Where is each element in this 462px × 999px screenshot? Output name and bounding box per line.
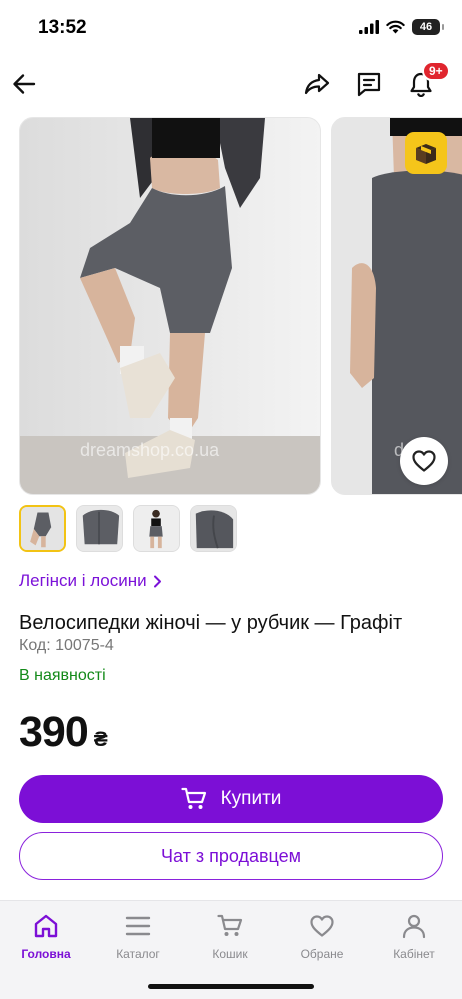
thumbnail-1[interactable] — [19, 505, 66, 552]
tab-home-label: Головна — [21, 947, 71, 961]
product-gallery[interactable]: dreamshop.co.ua dr — [0, 117, 462, 497]
status-bar: 13:52 46 — [0, 0, 462, 58]
notifications-badge: 9+ — [422, 61, 450, 81]
favorite-button[interactable] — [400, 437, 448, 485]
back-button[interactable] — [4, 64, 44, 104]
thumbnail-2-image — [77, 506, 122, 551]
signal-icon — [359, 20, 379, 34]
notifications-button[interactable]: 9+ — [401, 61, 450, 104]
wifi-icon — [386, 20, 405, 34]
heart-icon — [412, 450, 436, 472]
chat-with-seller-button[interactable]: Чат з продавцем — [19, 832, 443, 880]
battery-level: 46 — [419, 21, 433, 33]
chevron-right-icon — [153, 575, 161, 587]
share-button[interactable] — [297, 64, 337, 104]
product-photo-second[interactable]: dr — [331, 117, 462, 495]
category-link-label: Легінси і лосини — [19, 571, 147, 590]
heart-icon — [310, 915, 334, 937]
share-icon — [304, 73, 330, 95]
tab-cart[interactable]: Кошик — [190, 911, 270, 961]
cart-icon — [180, 787, 206, 809]
product-code: Код: 10075-4 — [19, 637, 114, 654]
product-photo-illustration: dreamshop.co.ua — [20, 118, 320, 494]
messages-button[interactable] — [349, 64, 389, 104]
home-icon — [34, 914, 58, 938]
watermark: dreamshop.co.ua — [80, 440, 220, 460]
thumbnail-2[interactable] — [76, 505, 123, 552]
menu-icon — [125, 916, 151, 936]
status-icons: 46 — [359, 19, 444, 35]
tab-account[interactable]: Кабінет — [374, 911, 454, 961]
message-icon — [357, 72, 381, 97]
buy-button[interactable]: Купити — [19, 775, 443, 823]
buy-button-label: Купити — [220, 788, 282, 809]
tab-favorites[interactable]: Обране — [282, 911, 362, 961]
price-value: 390 — [19, 708, 89, 756]
tab-catalog-label: Каталог — [116, 947, 160, 961]
product-title: Велосипедки жіночі — у рубчик — Графіт — [19, 612, 403, 634]
thumbnail-3-image — [134, 506, 179, 551]
tab-favorites-label: Обране — [300, 947, 344, 961]
top-nav: 9+ — [0, 58, 462, 110]
tab-account-label: Кабінет — [393, 947, 435, 961]
price-currency: ₴ — [93, 728, 108, 751]
gift-badge — [405, 132, 447, 174]
product-price: 390 ₴ — [19, 708, 108, 757]
thumbnail-3[interactable] — [133, 505, 180, 552]
arrow-left-icon — [13, 74, 36, 94]
thumbnail-strip — [19, 505, 237, 552]
home-indicator — [148, 984, 314, 989]
category-link[interactable]: Легінси і лосини — [19, 571, 162, 591]
chat-button-label: Чат з продавцем — [160, 845, 302, 866]
product-photo-second-illustration: dr — [332, 118, 462, 494]
status-time: 13:52 — [38, 17, 87, 38]
tab-catalog[interactable]: Каталог — [98, 911, 178, 961]
thumbnail-1-image — [21, 507, 64, 550]
battery-icon: 46 — [412, 19, 444, 35]
cart-icon — [217, 914, 243, 936]
person-icon — [402, 914, 426, 939]
thumbnail-4-image — [191, 506, 236, 551]
tab-home[interactable]: Головна — [6, 911, 86, 961]
product-photo-main[interactable]: dreamshop.co.ua — [19, 117, 321, 495]
tab-cart-label: Кошик — [212, 947, 248, 961]
gift-box-icon — [416, 144, 436, 164]
availability-status: В наявності — [19, 667, 106, 684]
thumbnail-4[interactable] — [190, 505, 237, 552]
